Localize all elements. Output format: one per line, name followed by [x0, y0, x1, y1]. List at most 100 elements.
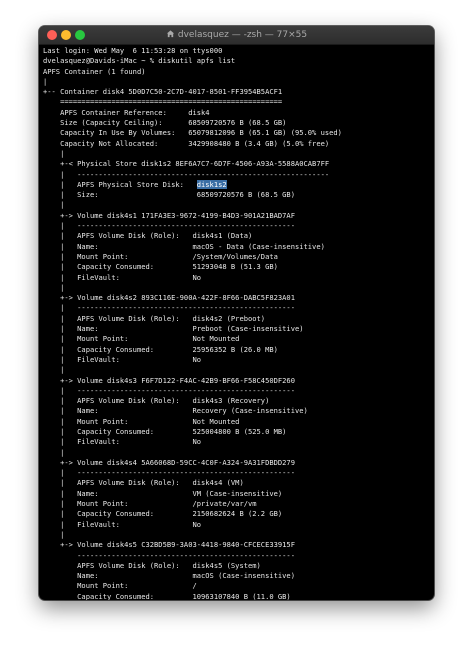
terminal-line-text: | Mount Point: Not Mounted	[43, 416, 240, 426]
terminal-line-text: |	[43, 148, 65, 158]
terminal-line: | APFS Volume Disk (Role): disk4s4 (VM)	[43, 478, 434, 488]
terminal-line: Capacity In Use By Volumes: 65079812096 …	[43, 128, 434, 138]
terminal-line: |	[43, 448, 434, 458]
terminal-line: |	[43, 365, 434, 375]
terminal-line-text: |	[43, 282, 65, 292]
terminal-line-text: Capacity In Use By Volumes: 65079812096 …	[43, 128, 342, 138]
terminal-line-text: APFS Container Reference: disk4	[43, 107, 210, 117]
terminal-line: | --------------------------------------…	[43, 386, 434, 396]
terminal-line: | --------------------------------------…	[43, 303, 434, 313]
terminal-line-text: |	[43, 447, 65, 457]
terminal-line-text: | --------------------------------------…	[43, 221, 295, 231]
terminal-line-text: |	[43, 365, 65, 375]
terminal-line-text: | Name: macOS - Data (Case-insensitive)	[43, 241, 325, 251]
terminal-line-text: | FileVault: No	[43, 272, 202, 282]
terminal-line-text: | Mount Point: Not Mounted	[43, 334, 240, 344]
terminal-line: +-> Volume disk4s4 5A66068D-59CC-4C0F-A3…	[43, 458, 434, 468]
window-title-container: dvelasquez — -zsh — 77×55	[39, 26, 434, 44]
title-bar[interactable]: dvelasquez — -zsh — 77×55	[39, 26, 434, 45]
terminal-line: | Mount Point: Not Mounted	[43, 417, 434, 427]
terminal-line-text: +-> Volume disk4s1 171FA3E3-9672-4199-B4…	[43, 210, 295, 220]
terminal-line-text: | Name: Preboot (Case-insensitive)	[43, 324, 304, 334]
terminal-line: | Capacity Consumed: 51293048 B (51.3 GB…	[43, 262, 434, 272]
terminal-line-text: |	[43, 529, 65, 539]
terminal-line: |	[43, 200, 434, 210]
terminal-line-text: | Name: Recovery (Case-insensitive)	[43, 406, 308, 416]
terminal-line: | APFS Volume Disk (Role): disk4s1 (Data…	[43, 231, 434, 241]
terminal-line: |	[43, 77, 434, 87]
terminal-line: APFS Container (1 found)	[43, 67, 434, 77]
terminal-line: | Name: macOS - Data (Case-insensitive)	[43, 242, 434, 252]
terminal-line-text: APFS Volume Disk (Role): disk4s5 (System…	[43, 560, 261, 570]
terminal-line-text: ----------------------------------------…	[43, 550, 295, 560]
terminal-line: | Mount Point: Not Mounted	[43, 334, 434, 344]
terminal-line-text: +-> Volume disk4s5 C32BD5B9-3A03-4418-98…	[43, 540, 295, 550]
terminal-line: | Mount Point: /System/Volumes/Data	[43, 252, 434, 262]
terminal-line-text: Size (Capacity Ceiling): 68509720576 B (…	[43, 118, 287, 128]
terminal-line: | Capacity Consumed: 25956352 B (26.0 MB…	[43, 345, 434, 355]
terminal-window: dvelasquez — -zsh — 77×55 Last login: We…	[39, 26, 434, 600]
terminal-line: | FileVault: No	[43, 355, 434, 365]
terminal-line-text: +-> Volume disk4s2 893C116E-900A-422F-8F…	[43, 293, 295, 303]
terminal-line-text: | Name: VM (Case-insensitive)	[43, 488, 283, 498]
terminal-line-text: | Mount Point: /private/var/vm	[43, 499, 257, 509]
terminal-line-text: Name: macOS (Case-insensitive)	[43, 571, 295, 581]
terminal-line: | Capacity Consumed: 525004800 B (525.0 …	[43, 427, 434, 437]
terminal-line: |	[43, 530, 434, 540]
terminal-line: | APFS Volume Disk (Role): disk4s2 (Preb…	[43, 314, 434, 324]
terminal-line: |	[43, 283, 434, 293]
terminal-line-text: | APFS Volume Disk (Role): disk4s1 (Data…	[43, 231, 253, 241]
terminal-line: | APFS Volume Disk (Role): disk4s3 (Reco…	[43, 396, 434, 406]
terminal-line: |	[43, 149, 434, 159]
terminal-line: ----------------------------------------…	[43, 551, 434, 561]
terminal-line: Capacity Not Allocated: 3429908480 B (3.…	[43, 139, 434, 149]
terminal-line-text: dvelasquez@Davids-iMac ~ % diskutil apfs…	[43, 56, 236, 66]
terminal-line-text: APFS Container (1 found)	[43, 66, 146, 76]
terminal-line: | FileVault: No	[43, 520, 434, 530]
terminal-line: | APFS Physical Store Disk: disk1s2	[43, 179, 434, 190]
terminal-line: +-> Volume disk4s1 171FA3E3-9672-4199-B4…	[43, 211, 434, 221]
terminal-line-text: | Capacity Consumed: 525004800 B (525.0 …	[43, 426, 287, 436]
terminal-line: | --------------------------------------…	[43, 170, 434, 180]
terminal-line-text: Last login: Wed May 6 11:53:28 on ttys00…	[43, 46, 223, 55]
terminal-line-text: | --------------------------------------…	[43, 468, 295, 478]
terminal-line-text: +-> Volume disk4s4 5A66068D-59CC-4C0F-A3…	[43, 457, 295, 467]
terminal-line-text: | APFS Volume Disk (Role): disk4s3 (Reco…	[43, 396, 270, 406]
terminal-line-text: | --------------------------------------…	[43, 303, 295, 313]
terminal-line: | Name: Recovery (Case-insensitive)	[43, 406, 434, 416]
terminal-line: | Name: VM (Case-insensitive)	[43, 489, 434, 499]
terminal-line-text: | Capacity Consumed: 25956352 B (26.0 MB…	[43, 344, 278, 354]
terminal-line-text: | APFS Volume Disk (Role): disk4s2 (Preb…	[43, 313, 266, 323]
terminal-line: ========================================…	[43, 97, 434, 107]
terminal-line: | Size: 68509720576 B (68.5 GB)	[43, 190, 434, 200]
terminal-line: | FileVault: No	[43, 437, 434, 447]
terminal-line-text: | Capacity Consumed: 51293048 B (51.3 GB…	[43, 262, 278, 272]
scrollbar[interactable]	[429, 48, 432, 593]
terminal-line-text: +-- Container disk4 5D0D7C50-2C7D-4017-8…	[43, 87, 283, 97]
terminal-output[interactable]: Last login: Wed May 6 11:53:28 on ttys00…	[39, 45, 434, 600]
terminal-line: dvelasquez@Davids-iMac ~ % diskutil apfs…	[43, 56, 434, 66]
terminal-line: | --------------------------------------…	[43, 468, 434, 478]
terminal-line: Size (Capacity Ceiling): 68509720576 B (…	[43, 118, 434, 128]
terminal-line-text: +-< Physical Store disk1s2 8EF6A7C7-6D7F…	[43, 159, 330, 169]
terminal-line-text: Mount Point: /	[43, 581, 197, 591]
terminal-line-text: | FileVault: No	[43, 519, 202, 529]
terminal-line: +-> Volume disk4s2 893C116E-900A-422F-8F…	[43, 293, 434, 303]
terminal-line: +-< Physical Store disk1s2 8EF6A7C7-6D7F…	[43, 159, 434, 169]
terminal-line-text: |	[43, 76, 48, 86]
terminal-line: | Name: Preboot (Case-insensitive)	[43, 324, 434, 334]
terminal-line: Last login: Wed May 6 11:53:28 on ttys00…	[43, 46, 434, 56]
selected-text[interactable]: disk1s2	[196, 179, 227, 189]
terminal-line-text: ========================================…	[43, 97, 283, 107]
terminal-line: Name: macOS (Case-insensitive)	[43, 571, 434, 581]
terminal-line-text: | FileVault: No	[43, 354, 202, 364]
terminal-line-text: | --------------------------------------…	[43, 385, 295, 395]
terminal-line-text: | APFS Volume Disk (Role): disk4s4 (VM)	[43, 478, 244, 488]
terminal-line: +-- Container disk4 5D0D7C50-2C7D-4017-8…	[43, 87, 434, 97]
house-icon	[166, 30, 174, 38]
terminal-line: +-> Volume disk4s3 F6F7D122-F4AC-42B9-BF…	[43, 376, 434, 386]
terminal-line: +-> Volume disk4s5 C32BD5B9-3A03-4418-98…	[43, 540, 434, 550]
terminal-line-text: | Capacity Consumed: 2150682624 B (2.2 G…	[43, 509, 283, 519]
terminal-line-text: Capacity Not Allocated: 3429908480 B (3.…	[43, 138, 330, 148]
terminal-line-text: | FileVault: No	[43, 437, 202, 447]
